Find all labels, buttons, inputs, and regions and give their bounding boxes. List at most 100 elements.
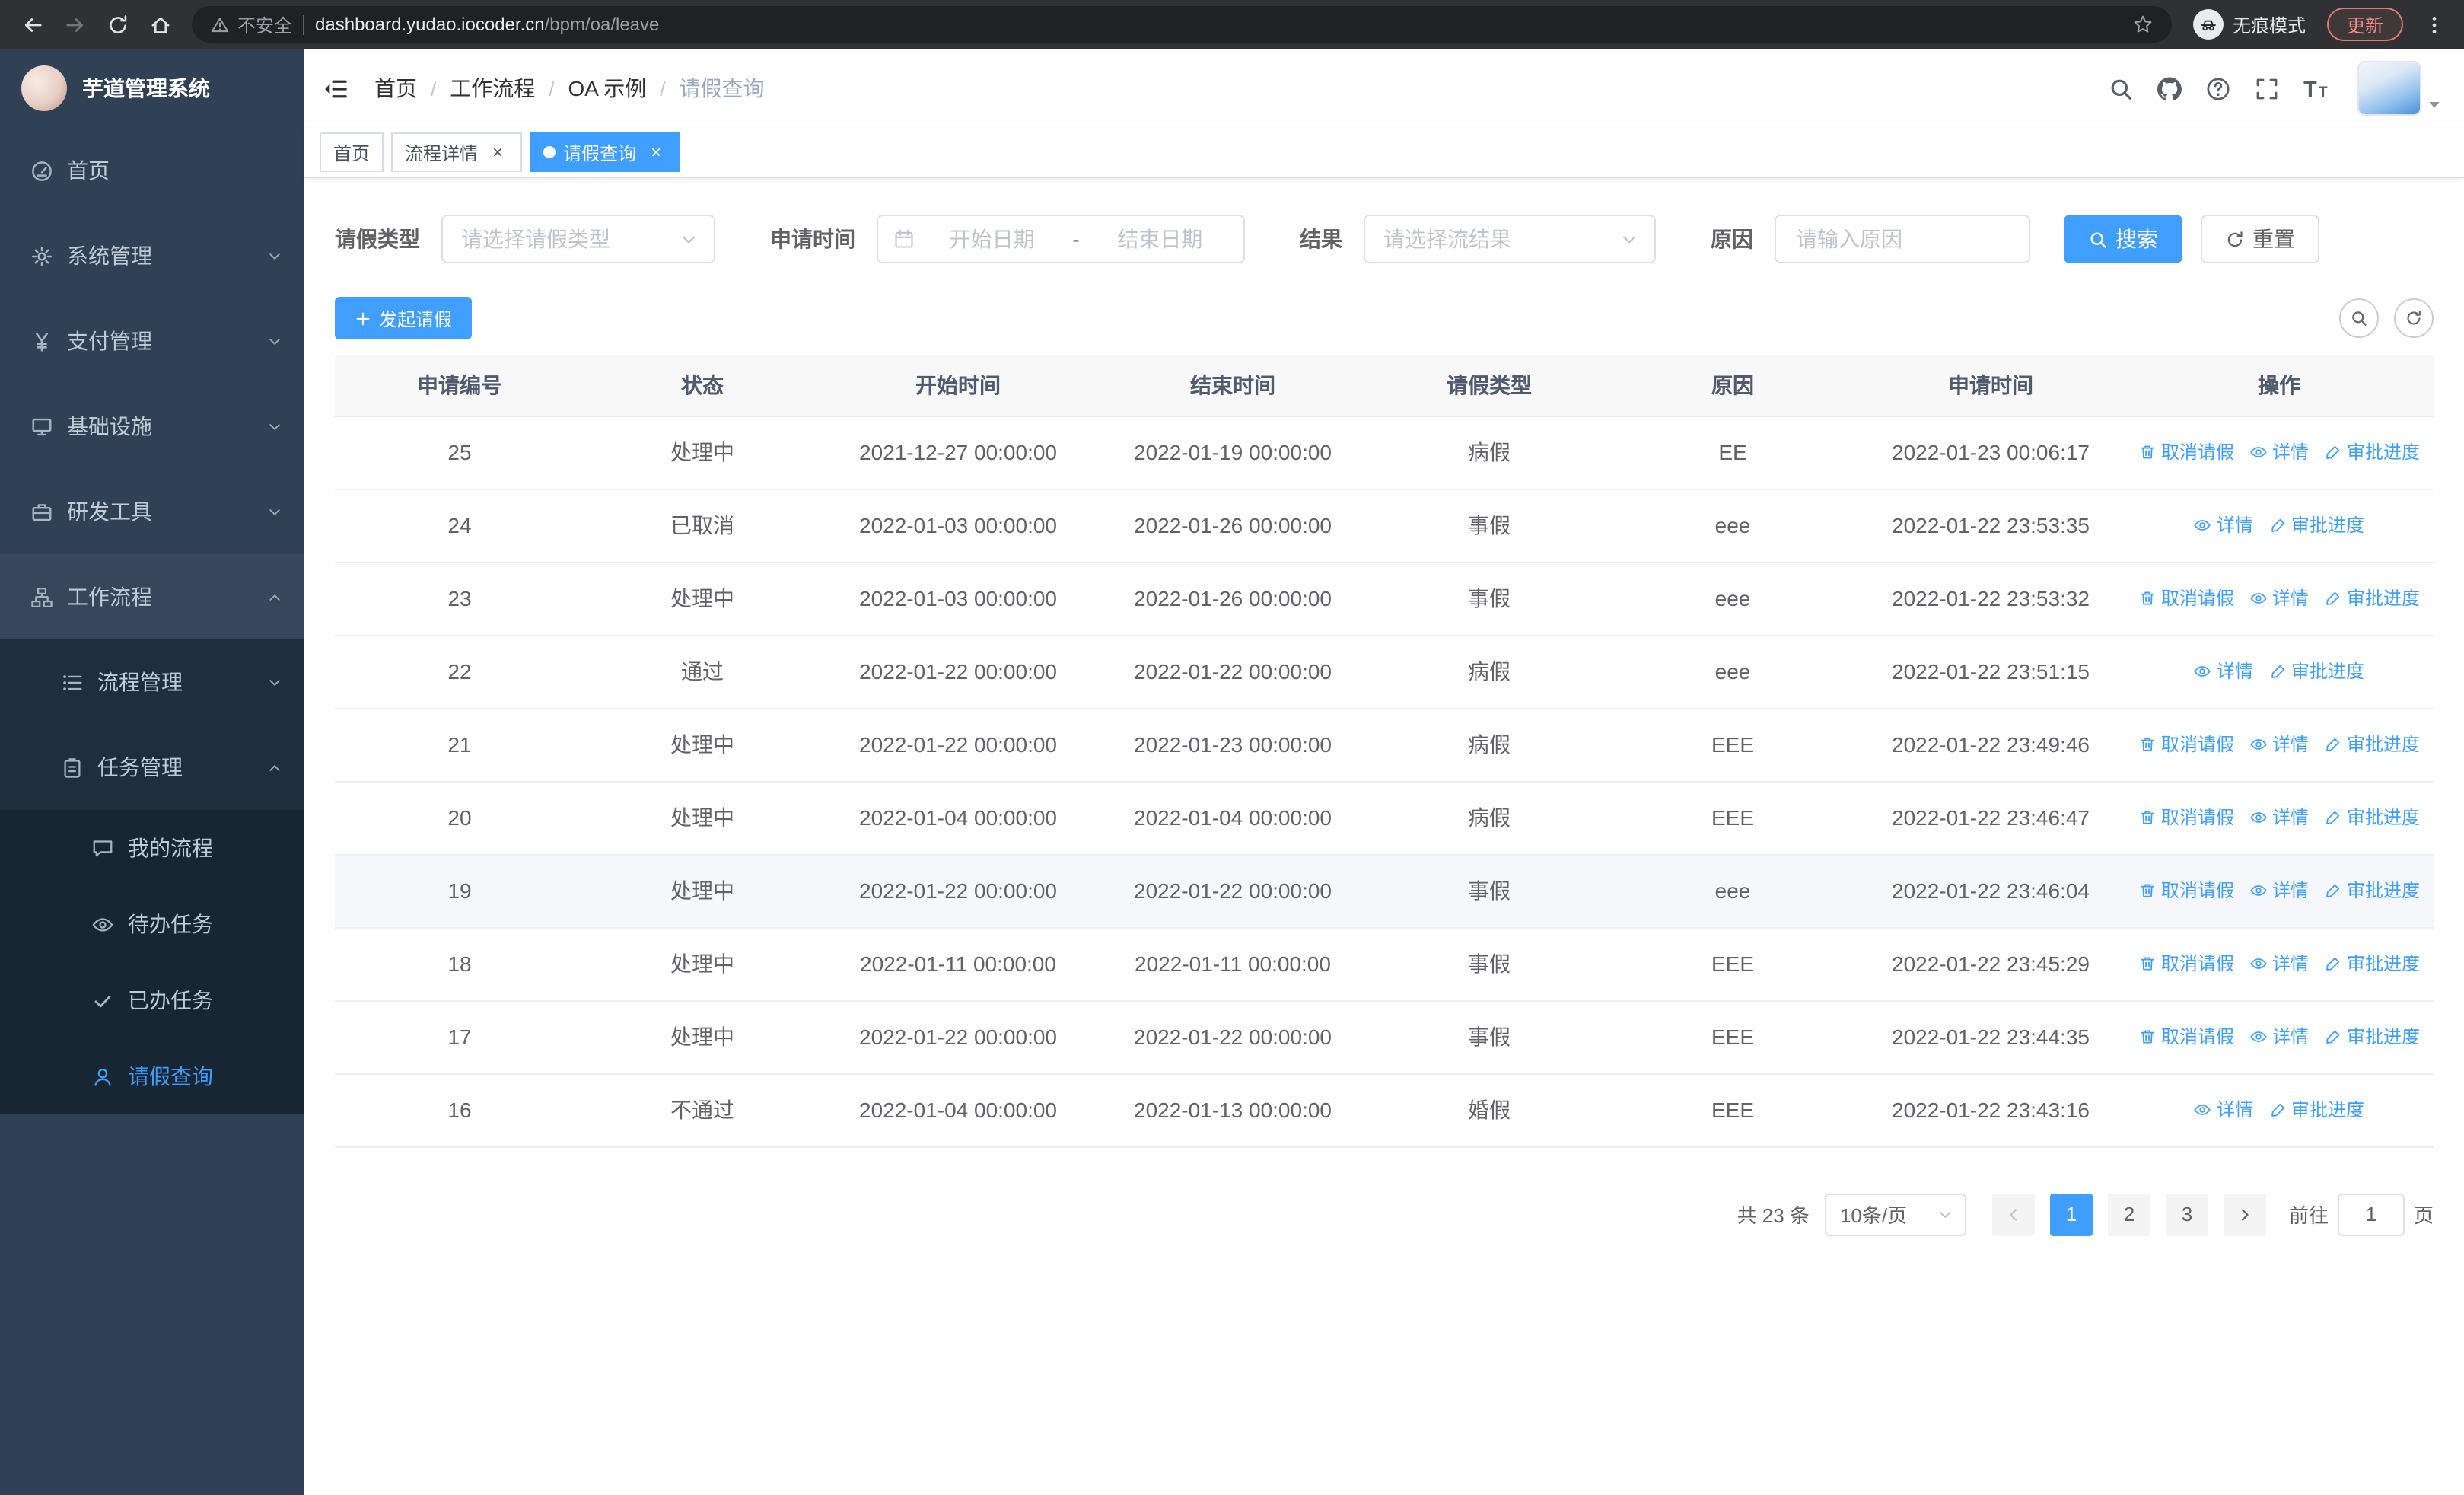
- breadcrumb-item[interactable]: 工作流程: [450, 73, 535, 104]
- table-row[interactable]: 20 处理中 2022-01-04 00:00:00 2022-01-04 00…: [335, 781, 2434, 855]
- security-label: 不安全: [237, 14, 293, 36]
- detail-link[interactable]: 详情: [2249, 1024, 2309, 1050]
- tab-process-detail[interactable]: 流程详情: [391, 132, 523, 172]
- sidebar-item-system[interactable]: 系统管理: [0, 213, 304, 298]
- table-row[interactable]: 23 处理中 2022-01-03 00:00:00 2022-01-26 00…: [335, 562, 2434, 636]
- cancel-leave-link[interactable]: 取消请假: [2138, 951, 2234, 977]
- cell-apply-time: 2022-01-22 23:46:47: [1857, 781, 2125, 855]
- detail-link[interactable]: 详情: [2194, 1097, 2253, 1123]
- approval-progress-link[interactable]: 审批进度: [2268, 1097, 2364, 1123]
- cancel-leave-link[interactable]: 取消请假: [2138, 878, 2234, 904]
- sidebar-item-infrastructure[interactable]: 基础设施: [0, 384, 304, 469]
- approval-progress-link[interactable]: 审批进度: [2324, 951, 2420, 977]
- tab-close-icon[interactable]: [645, 142, 667, 163]
- approval-progress-link[interactable]: 审批进度: [2324, 439, 2420, 465]
- detail-link[interactable]: 详情: [2249, 805, 2309, 830]
- breadcrumb-item[interactable]: 首页: [374, 73, 417, 104]
- table-row[interactable]: 17 处理中 2022-01-22 00:00:00 2022-01-22 00…: [335, 1000, 2434, 1074]
- result-select[interactable]: 请选择流结果: [1364, 215, 1656, 263]
- approval-progress-link[interactable]: 审批进度: [2324, 805, 2420, 830]
- table-row[interactable]: 19 处理中 2022-01-22 00:00:00 2022-01-22 00…: [335, 854, 2434, 928]
- sidebar-item-leave-query[interactable]: 请假查询: [0, 1038, 304, 1114]
- detail-link[interactable]: 详情: [2249, 732, 2309, 757]
- sidebar-item-process-manage[interactable]: 流程管理: [0, 639, 304, 725]
- cancel-leave-link[interactable]: 取消请假: [2138, 1024, 2234, 1050]
- sidebar-item-payment[interactable]: 支付管理: [0, 298, 304, 384]
- sidebar-item-done-task[interactable]: 已办任务: [0, 962, 304, 1038]
- cell-start-time: 2021-12-27 00:00:00: [820, 416, 1096, 489]
- help-icon[interactable]: [2205, 75, 2231, 101]
- cancel-leave-link[interactable]: 取消请假: [2138, 732, 2234, 757]
- github-icon[interactable]: [2157, 75, 2182, 101]
- page-button-2[interactable]: 2: [2107, 1193, 2150, 1235]
- goto-page-input[interactable]: [2337, 1193, 2405, 1235]
- cell-status: 处理中: [584, 562, 820, 636]
- toggle-search-button[interactable]: [2339, 298, 2379, 338]
- approval-progress-link[interactable]: 审批进度: [2324, 878, 2420, 904]
- refresh-table-button[interactable]: [2394, 298, 2434, 338]
- fullscreen-icon[interactable]: [2254, 75, 2280, 101]
- search-icon[interactable]: [2108, 75, 2134, 101]
- browser-reload-button[interactable]: [97, 5, 137, 44]
- reason-input[interactable]: [1778, 216, 2027, 262]
- table-row[interactable]: 18 处理中 2022-01-11 00:00:00 2022-01-11 00…: [335, 927, 2434, 1001]
- approval-progress-link[interactable]: 审批进度: [2268, 512, 2364, 538]
- leave-type-select[interactable]: 请选择请假类型: [441, 215, 715, 263]
- sidebar-item-dev-tools[interactable]: 研发工具: [0, 469, 304, 554]
- cell-end-time: 2022-01-26 00:00:00: [1096, 562, 1370, 636]
- table-row[interactable]: 25 处理中 2021-12-27 00:00:00 2022-01-19 00…: [335, 416, 2434, 489]
- approval-progress-link[interactable]: 审批进度: [2324, 1024, 2420, 1050]
- sidebar-item-workflow[interactable]: 工作流程: [0, 554, 304, 639]
- cancel-leave-link[interactable]: 取消请假: [2138, 439, 2234, 465]
- approval-progress-link[interactable]: 审批进度: [2324, 732, 2420, 757]
- breadcrumb-item[interactable]: OA 示例: [568, 73, 647, 104]
- browser-forward-button[interactable]: [55, 5, 94, 44]
- detail-link[interactable]: 详情: [2194, 658, 2253, 684]
- cell-apply-time: 2022-01-22 23:49:46: [1857, 708, 2125, 782]
- browser-back-button[interactable]: [12, 5, 52, 44]
- table-row[interactable]: 16 不通过 2022-01-04 00:00:00 2022-01-13 00…: [335, 1073, 2434, 1147]
- table-row[interactable]: 21 处理中 2022-01-22 00:00:00 2022-01-23 00…: [335, 708, 2434, 782]
- approval-progress-link[interactable]: 审批进度: [2324, 585, 2420, 611]
- user-menu[interactable]: [2357, 61, 2443, 116]
- approval-progress-link[interactable]: 审批进度: [2268, 658, 2364, 684]
- chevron-down-icon: [266, 674, 283, 690]
- page-size-select[interactable]: 10条/页: [1824, 1193, 1966, 1235]
- search-button[interactable]: 搜索: [2064, 215, 2182, 263]
- address-bar[interactable]: 不安全 dashboard.yudao.iocoder.cn/bpm/oa/le…: [192, 6, 2172, 43]
- sidebar-item-my-process[interactable]: 我的流程: [0, 810, 304, 886]
- detail-link[interactable]: 详情: [2249, 878, 2309, 904]
- filter-leave-type: 请假类型 请选择请假类型: [335, 215, 715, 263]
- tab-leave-query[interactable]: 请假查询: [530, 132, 681, 172]
- next-page-button[interactable]: [2223, 1193, 2266, 1235]
- start-date-placeholder: 开始日期: [949, 227, 1035, 251]
- app-logo[interactable]: 芋道管理系统: [0, 49, 304, 128]
- tab-home[interactable]: 首页: [320, 132, 384, 172]
- reset-button[interactable]: 重置: [2201, 215, 2319, 263]
- cancel-leave-link[interactable]: 取消请假: [2138, 585, 2234, 611]
- browser-menu-button[interactable]: [2415, 5, 2452, 44]
- detail-link[interactable]: 详情: [2194, 512, 2253, 538]
- create-leave-button[interactable]: 发起请假: [335, 297, 473, 339]
- tab-close-icon[interactable]: [487, 142, 508, 163]
- detail-link[interactable]: 详情: [2249, 585, 2309, 611]
- page-button-3[interactable]: 3: [2165, 1193, 2208, 1235]
- table-row[interactable]: 24 已取消 2022-01-03 00:00:00 2022-01-26 00…: [335, 489, 2434, 563]
- detail-link[interactable]: 详情: [2249, 951, 2309, 977]
- page-button-1[interactable]: 1: [2049, 1193, 2093, 1235]
- sidebar-item-todo-task[interactable]: 待办任务: [0, 886, 304, 962]
- apply-time-range-picker[interactable]: 开始日期 - 结束日期: [877, 215, 1245, 263]
- font-size-icon[interactable]: TT: [2303, 75, 2329, 101]
- browser-update-button[interactable]: 更新: [2326, 8, 2403, 41]
- sidebar-item-task-manage[interactable]: 任务管理: [0, 725, 304, 810]
- prev-page-button[interactable]: [1991, 1193, 2035, 1235]
- table-row[interactable]: 22 通过 2022-01-22 00:00:00 2022-01-22 00:…: [335, 635, 2434, 709]
- detail-link[interactable]: 详情: [2249, 439, 2309, 465]
- cell-apply-time: 2022-01-22 23:53:35: [1857, 489, 2125, 563]
- sidebar-toggle-button[interactable]: [304, 49, 365, 128]
- cancel-leave-link[interactable]: 取消请假: [2138, 805, 2234, 830]
- security-status[interactable]: 不安全: [210, 11, 292, 37]
- sidebar-item-home[interactable]: 首页: [0, 128, 304, 213]
- bookmark-star-icon[interactable]: [2132, 14, 2154, 35]
- browser-home-button[interactable]: [140, 5, 180, 44]
